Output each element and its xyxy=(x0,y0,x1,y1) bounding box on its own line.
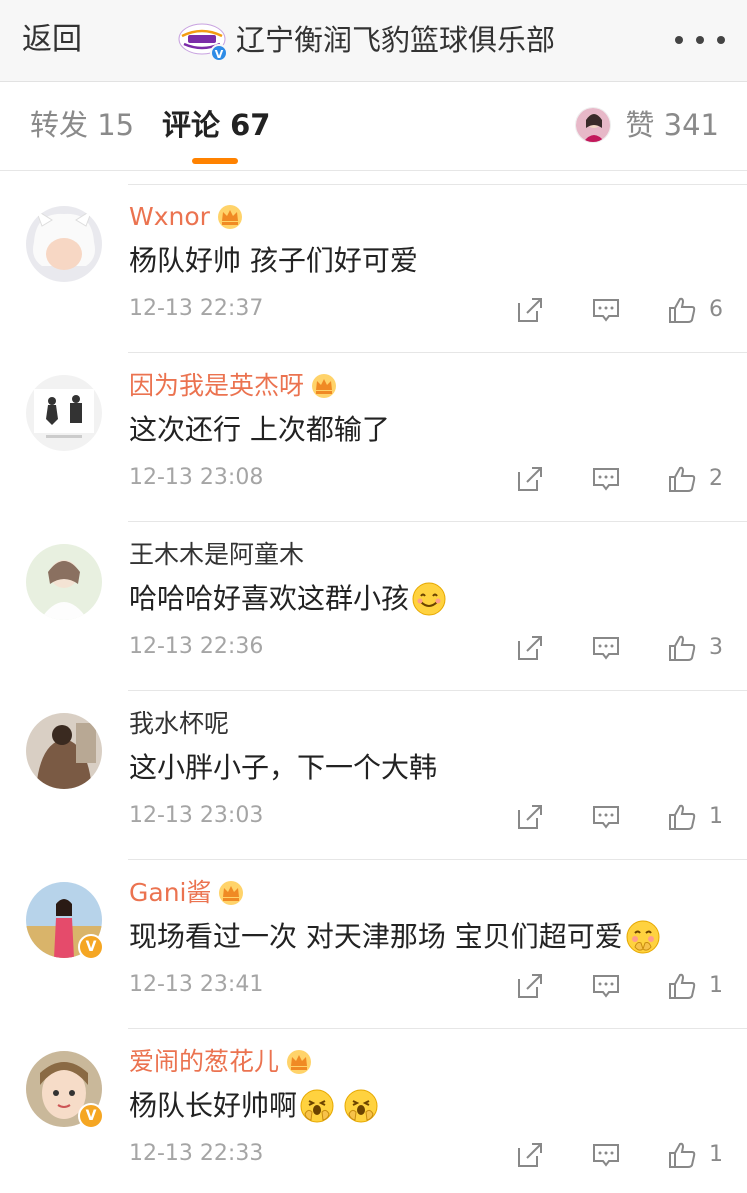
comment-time: 12-13 23:41 xyxy=(129,972,264,997)
shy-emoji-icon xyxy=(626,920,660,954)
tab-like-label: 赞 341 xyxy=(625,108,719,142)
back-button[interactable]: 返回 xyxy=(22,20,82,60)
comment-item: Wxnor 杨队好帅 孩子们好可爱 12-13 22:37 6 xyxy=(0,184,747,353)
username[interactable]: 因为我是英杰呀 xyxy=(129,367,304,405)
tab-repost[interactable]: 转发 15 xyxy=(30,105,134,145)
comment-time: 12-13 23:03 xyxy=(129,803,264,828)
avatar[interactable] xyxy=(26,206,102,282)
like-count: 1 xyxy=(709,804,723,829)
username[interactable]: 王木木是阿童木 xyxy=(129,536,304,574)
comment-text: 哈哈哈好喜欢这群小孩 xyxy=(129,582,410,615)
comment-time: 12-13 22:36 xyxy=(129,634,264,659)
like-count: 3 xyxy=(709,635,723,660)
avatar[interactable] xyxy=(26,713,102,789)
thumbs-up-icon[interactable] xyxy=(667,1140,697,1170)
page-title: 辽宁衡润飞豹篮球俱乐部 xyxy=(236,23,556,57)
thumbs-up-icon[interactable] xyxy=(667,971,697,1001)
tab-like[interactable]: 赞 341 xyxy=(575,105,719,145)
username[interactable]: Wxnor xyxy=(129,198,210,236)
more-dots-icon[interactable] xyxy=(675,30,725,50)
verified-badge: V xyxy=(78,1103,104,1129)
reply-icon[interactable] xyxy=(591,802,621,832)
like-count: 1 xyxy=(709,1142,723,1167)
thumbs-up-icon[interactable] xyxy=(667,633,697,663)
share-icon[interactable] xyxy=(515,295,545,325)
nav-title-group[interactable]: V 辽宁衡润飞豹篮球俱乐部 xyxy=(178,16,555,64)
username[interactable]: 我水杯呢 xyxy=(129,705,229,743)
tab-comment[interactable]: 评论 67 xyxy=(162,105,270,145)
comment-item: 王木木是阿童木 哈哈哈好喜欢这群小孩 12-13 22:36 3 xyxy=(0,522,747,691)
tab-bar: 转发 15 评论 67 赞 341 xyxy=(0,83,747,171)
comment-text: 现场看过一次 对天津那场 宝贝们超可爱 xyxy=(129,920,623,953)
comment-item: V Gani酱 现场看过一次 对天津那场 宝贝们超可爱 12-13 23:41 … xyxy=(0,860,747,1029)
comment-text-row: 哈哈哈好喜欢这群小孩 xyxy=(129,578,447,620)
reply-icon[interactable] xyxy=(591,464,621,494)
club-logo: V xyxy=(178,16,228,64)
share-icon[interactable] xyxy=(515,1140,545,1170)
vip-crown-icon xyxy=(219,881,244,905)
adore-emoji-icon xyxy=(344,1089,378,1123)
like-count: 6 xyxy=(709,297,723,322)
comment-item: V 爱闹的葱花儿 杨队长好帅啊 12-13 22:33 1 xyxy=(0,1029,747,1193)
comment-time: 12-13 23:08 xyxy=(129,465,264,490)
comment-text: 这小胖小子，下一个大韩 xyxy=(129,751,438,784)
adore-emoji-icon xyxy=(300,1089,334,1123)
comment-item: 我水杯呢 这小胖小子，下一个大韩 12-13 23:03 1 xyxy=(0,691,747,860)
share-icon[interactable] xyxy=(515,802,545,832)
thumbs-up-icon[interactable] xyxy=(667,295,697,325)
reply-icon[interactable] xyxy=(591,971,621,1001)
comment-text: 杨队好帅 孩子们好可爱 xyxy=(129,244,418,277)
thumbs-up-icon[interactable] xyxy=(667,464,697,494)
liker-avatar xyxy=(575,107,612,143)
reply-icon[interactable] xyxy=(591,1140,621,1170)
share-icon[interactable] xyxy=(515,464,545,494)
vip-crown-icon xyxy=(287,1050,312,1074)
active-tab-indicator xyxy=(192,158,238,164)
username[interactable]: Gani酱 xyxy=(129,874,211,912)
share-icon[interactable] xyxy=(515,633,545,663)
thumbs-up-icon[interactable] xyxy=(667,802,697,832)
reply-icon[interactable] xyxy=(591,633,621,663)
reply-icon[interactable] xyxy=(591,295,621,325)
comment-text: 这次还行 上次都输了 xyxy=(129,413,390,446)
comment-time: 12-13 22:33 xyxy=(129,1141,264,1166)
top-nav-bar: 返回 V 辽宁衡润飞豹篮球俱乐部 xyxy=(0,0,747,82)
like-count: 1 xyxy=(709,973,723,998)
smile-emoji-icon xyxy=(412,582,446,616)
verified-badge: V xyxy=(78,934,104,960)
share-icon[interactable] xyxy=(515,971,545,1001)
username[interactable]: 爱闹的葱花儿 xyxy=(129,1043,279,1081)
comment-text: 杨队长好帅啊 xyxy=(129,1089,298,1122)
comment-time: 12-13 22:37 xyxy=(129,296,264,321)
vip-crown-icon xyxy=(312,374,337,398)
avatar[interactable] xyxy=(26,544,102,620)
verified-badge: V xyxy=(210,44,228,62)
vip-crown-icon xyxy=(217,205,242,229)
avatar[interactable] xyxy=(26,375,102,451)
comment-text-row: 杨队长好帅啊 xyxy=(129,1085,379,1127)
like-count: 2 xyxy=(709,466,723,491)
comment-item: 因为我是英杰呀 这次还行 上次都输了 12-13 23:08 2 xyxy=(0,353,747,522)
comment-text-row: 现场看过一次 对天津那场 宝贝们超可爱 xyxy=(129,916,661,958)
